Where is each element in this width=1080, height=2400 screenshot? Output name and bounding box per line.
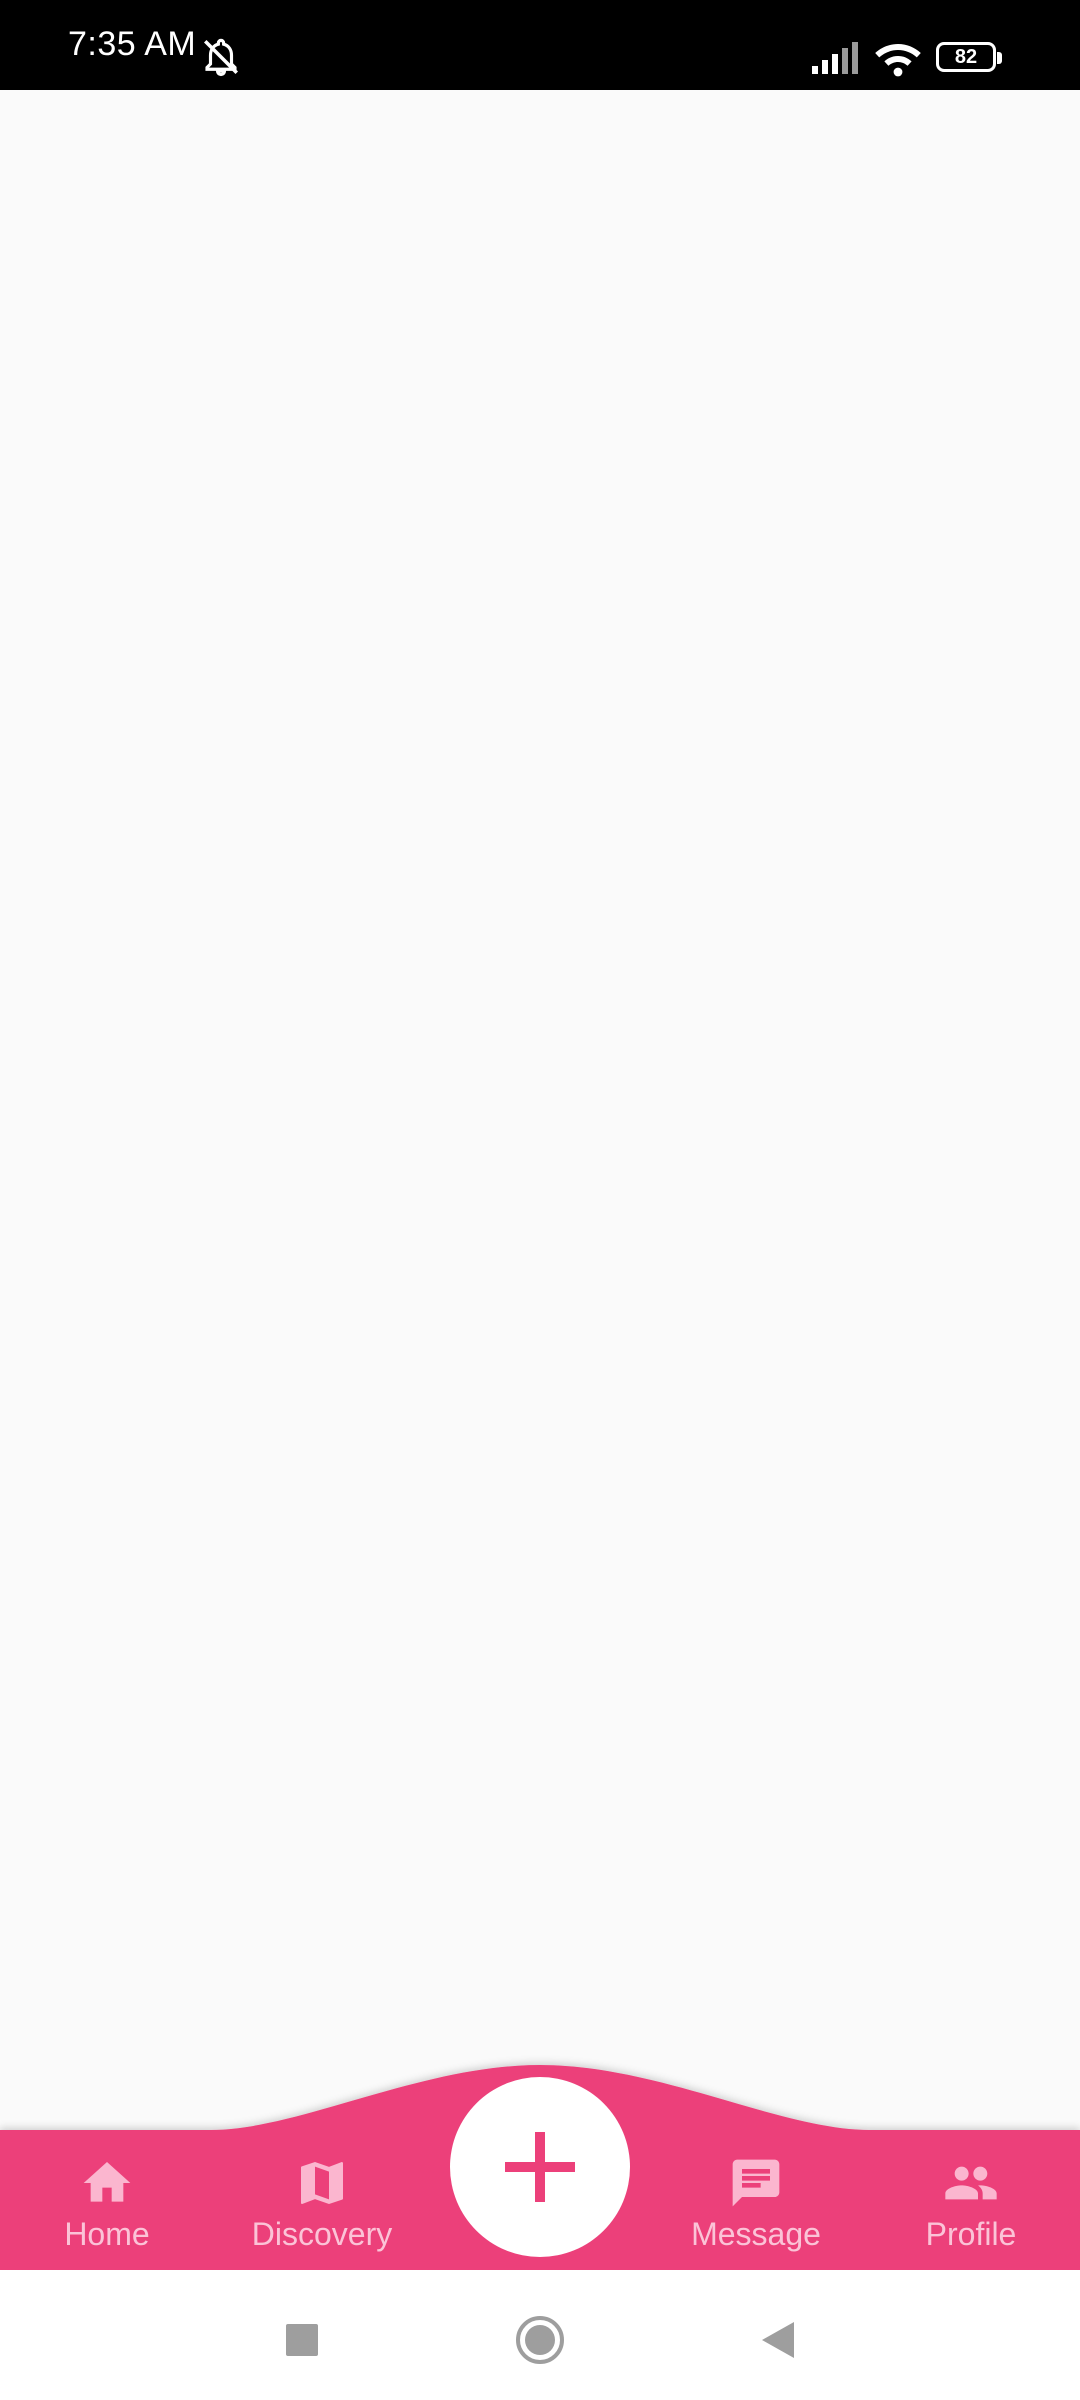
battery-level: 82 (954, 46, 978, 68)
bell-off-icon (204, 38, 238, 77)
signal-icon (812, 42, 858, 74)
add-button[interactable] (450, 2077, 630, 2257)
recents-icon (286, 2324, 318, 2356)
back-icon (762, 2322, 794, 2358)
map-icon (301, 2162, 343, 2204)
home-circle-icon (516, 2316, 564, 2364)
people-icon (945, 2166, 997, 2200)
home-icon (83, 2162, 131, 2202)
nav-item-home[interactable]: Home (17, 2155, 197, 2265)
message-icon (732, 2159, 780, 2207)
nav-label-home: Home (64, 2216, 150, 2252)
system-home-button[interactable] (510, 2310, 570, 2370)
system-navigation-bar (0, 2270, 1080, 2400)
nav-item-profile[interactable]: Profile (881, 2155, 1061, 2265)
plus-icon (505, 2132, 575, 2202)
battery-icon: 82 (936, 42, 1002, 72)
recents-button[interactable] (272, 2310, 332, 2370)
app-screen: 7:35 AM 82 Home Discovery Message Profil… (0, 0, 1080, 2400)
nav-label-message: Message (691, 2216, 821, 2252)
nav-item-discovery[interactable]: Discovery (232, 2155, 412, 2265)
status-bar: 7:35 AM 82 (0, 0, 1080, 90)
status-time: 7:35 AM (68, 25, 197, 63)
nav-item-message[interactable]: Message (666, 2155, 846, 2265)
nav-label-discovery: Discovery (251, 2216, 393, 2252)
wifi-icon (875, 44, 921, 77)
nav-label-profile: Profile (925, 2216, 1017, 2252)
main-content (0, 90, 1080, 2075)
back-button[interactable] (748, 2310, 808, 2370)
